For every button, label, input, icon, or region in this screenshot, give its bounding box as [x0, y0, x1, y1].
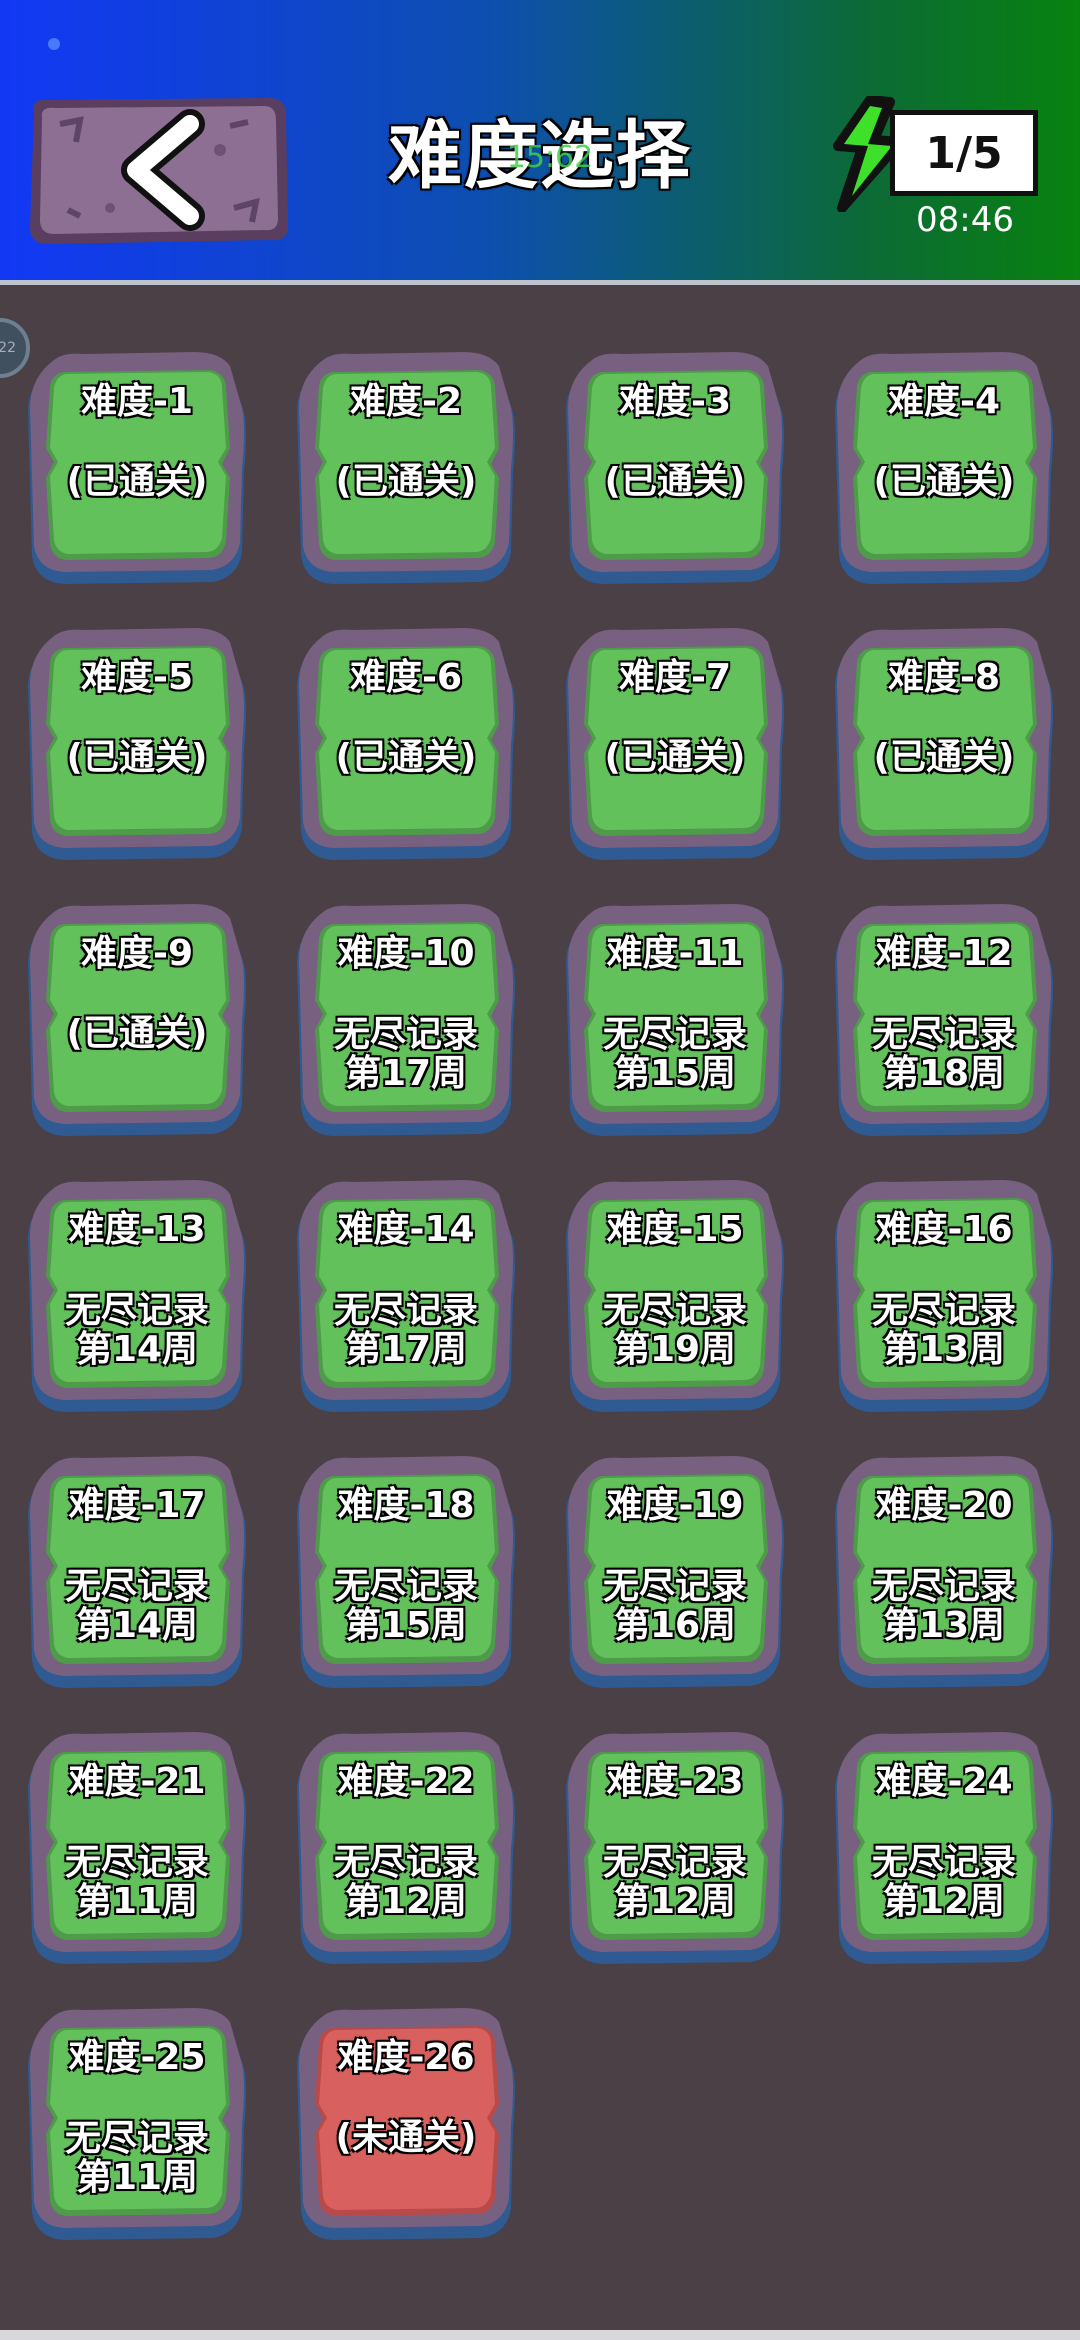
level-status: (已通关)	[335, 737, 477, 778]
level-name: 难度-20	[875, 1485, 1013, 1526]
difficulty-level-6[interactable]: 难度-6 (已通关)	[293, 628, 519, 864]
level-name: 难度-9	[81, 933, 193, 974]
level-status: (已通关)	[66, 737, 208, 778]
level-name: 难度-24	[875, 1761, 1013, 1802]
level-status: (未通关)	[335, 2117, 477, 2158]
level-status: (已通关)	[335, 461, 477, 502]
level-record-week: 第12周	[344, 1881, 468, 1922]
difficulty-level-19[interactable]: 难度-19 无尽记录 第16周	[562, 1456, 788, 1692]
level-name: 难度-16	[875, 1209, 1013, 1250]
difficulty-level-17[interactable]: 难度-17 无尽记录 第14周	[24, 1456, 250, 1692]
difficulty-level-18[interactable]: 难度-18 无尽记录 第15周	[293, 1456, 519, 1692]
level-name: 难度-19	[606, 1485, 744, 1526]
difficulty-level-9[interactable]: 难度-9 (已通关)	[24, 904, 250, 1140]
level-name: 难度-5	[81, 657, 193, 698]
chevron-left-icon	[30, 98, 288, 244]
difficulty-level-21[interactable]: 难度-21 无尽记录 第11周	[24, 1732, 250, 1968]
level-name: 难度-25	[68, 2037, 206, 2078]
level-name: 难度-21	[68, 1761, 206, 1802]
level-record-week: 第13周	[882, 1605, 1006, 1646]
level-name: 难度-23	[606, 1761, 744, 1802]
level-name: 难度-17	[68, 1485, 206, 1526]
difficulty-level-24[interactable]: 难度-24 无尽记录 第12周	[831, 1732, 1057, 1968]
level-record-week: 第15周	[344, 1605, 468, 1646]
level-status: (已通关)	[66, 1013, 208, 1054]
level-name: 难度-26	[337, 2037, 475, 2078]
level-record-week: 第17周	[344, 1329, 468, 1370]
level-record-week: 第14周	[75, 1329, 199, 1370]
difficulty-level-25[interactable]: 难度-25 无尽记录 第11周	[24, 2008, 250, 2244]
difficulty-level-14[interactable]: 难度-14 无尽记录 第17周	[293, 1180, 519, 1416]
level-record-week: 第15周	[613, 1053, 737, 1094]
level-record-week: 第11周	[75, 1881, 199, 1922]
level-name: 难度-12	[875, 933, 1013, 974]
level-record-week: 第12周	[613, 1881, 737, 1922]
bottom-edge	[0, 2330, 1080, 2340]
difficulty-level-16[interactable]: 难度-16 无尽记录 第13周	[831, 1180, 1057, 1416]
difficulty-level-15[interactable]: 难度-15 无尽记录 第19周	[562, 1180, 788, 1416]
level-name: 难度-7	[619, 657, 731, 698]
level-name: 难度-14	[337, 1209, 475, 1250]
title-overlay-text: 15:62	[506, 140, 594, 175]
difficulty-level-7[interactable]: 难度-7 (已通关)	[562, 628, 788, 864]
level-name: 难度-8	[888, 657, 1000, 698]
level-record-week: 第12周	[882, 1881, 1006, 1922]
difficulty-level-2[interactable]: 难度-2 (已通关)	[293, 352, 519, 588]
level-record-week: 第14周	[75, 1605, 199, 1646]
level-record-week: 第19周	[613, 1329, 737, 1370]
difficulty-level-23[interactable]: 难度-23 无尽记录 第12周	[562, 1732, 788, 1968]
level-name: 难度-22	[337, 1761, 475, 1802]
level-name: 难度-13	[68, 1209, 206, 1250]
back-button[interactable]	[20, 90, 292, 250]
level-status: (已通关)	[66, 461, 208, 502]
level-name: 难度-4	[888, 381, 1000, 422]
level-record-week: 第16周	[613, 1605, 737, 1646]
level-name: 难度-6	[350, 657, 462, 698]
difficulty-level-4[interactable]: 难度-4 (已通关)	[831, 352, 1057, 588]
header-divider	[0, 280, 1080, 285]
level-record-week: 第17周	[344, 1053, 468, 1094]
level-name: 难度-1	[81, 381, 193, 422]
level-status: (已通关)	[873, 737, 1015, 778]
energy-counter: 1/5	[890, 110, 1038, 196]
camera-dot	[48, 38, 60, 50]
difficulty-level-5[interactable]: 难度-5 (已通关)	[24, 628, 250, 864]
difficulty-level-13[interactable]: 难度-13 无尽记录 第14周	[24, 1180, 250, 1416]
difficulty-level-26[interactable]: 难度-26 (未通关)	[293, 2008, 519, 2244]
level-record-week: 第18周	[882, 1053, 1006, 1094]
level-name: 难度-15	[606, 1209, 744, 1250]
difficulty-level-20[interactable]: 难度-20 无尽记录 第13周	[831, 1456, 1057, 1692]
level-record-week: 第13周	[882, 1329, 1006, 1370]
difficulty-level-10[interactable]: 难度-10 无尽记录 第17周	[293, 904, 519, 1140]
level-status: (已通关)	[604, 461, 746, 502]
level-name: 难度-10	[337, 933, 475, 974]
level-name: 难度-2	[350, 381, 462, 422]
difficulty-level-11[interactable]: 难度-11 无尽记录 第15周	[562, 904, 788, 1140]
difficulty-level-12[interactable]: 难度-12 无尽记录 第18周	[831, 904, 1057, 1140]
difficulty-level-22[interactable]: 难度-22 无尽记录 第12周	[293, 1732, 519, 1968]
difficulty-level-1[interactable]: 难度-1 (已通关)	[24, 352, 250, 588]
level-status: (已通关)	[604, 737, 746, 778]
level-name: 难度-18	[337, 1485, 475, 1526]
level-record-week: 第11周	[75, 2157, 199, 2198]
level-status: (已通关)	[873, 461, 1015, 502]
difficulty-level-3[interactable]: 难度-3 (已通关)	[562, 352, 788, 588]
energy-timer: 08:46	[916, 200, 1014, 240]
level-name: 难度-11	[606, 933, 744, 974]
difficulty-level-8[interactable]: 难度-8 (已通关)	[831, 628, 1057, 864]
level-name: 难度-3	[619, 381, 731, 422]
